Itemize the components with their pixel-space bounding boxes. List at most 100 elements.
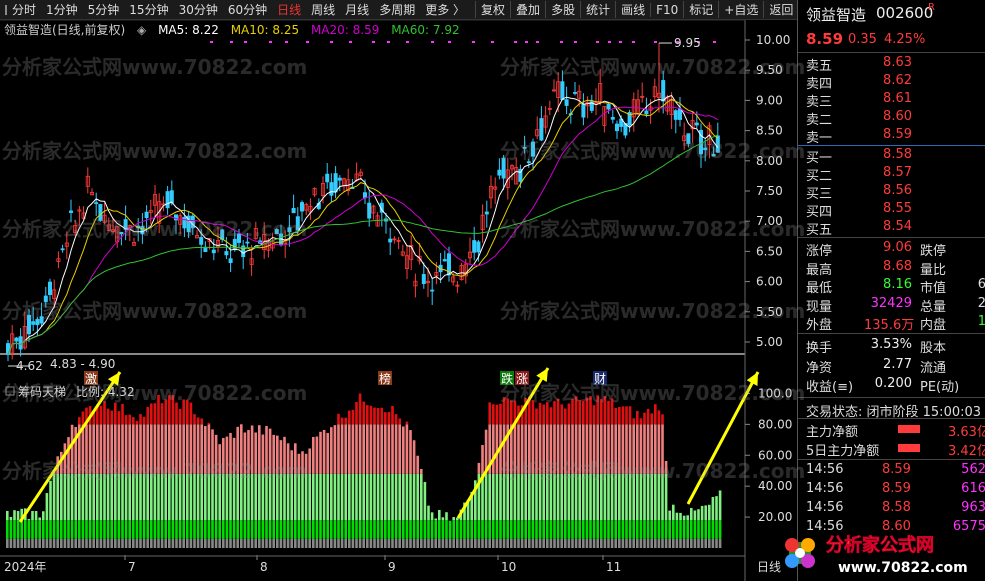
chip-bar bbox=[49, 520, 52, 539]
period-tab[interactable]: 月线 bbox=[345, 1, 369, 18]
back-button[interactable]: 返回 bbox=[763, 1, 797, 18]
adjust-button[interactable]: 复权 bbox=[475, 1, 510, 18]
row-value: 9.06 bbox=[883, 240, 912, 255]
date-label: 9 bbox=[388, 560, 396, 574]
chip-bar bbox=[405, 520, 409, 539]
f10-button[interactable]: F10 bbox=[650, 2, 683, 17]
candle-body bbox=[644, 110, 649, 115]
period-tab-daily[interactable]: 日线 bbox=[277, 1, 301, 18]
chip-bar bbox=[610, 398, 614, 425]
period-tab[interactable]: 60分钟 bbox=[228, 1, 267, 18]
chip-bar bbox=[38, 520, 41, 539]
chip-bar bbox=[326, 433, 329, 474]
chip-bar bbox=[607, 520, 610, 539]
chip-bar bbox=[153, 538, 157, 548]
stats-button[interactable]: 统计 bbox=[580, 1, 615, 18]
more-periods-button[interactable]: 更多 〉 bbox=[425, 1, 465, 18]
period-tab[interactable]: 分时 bbox=[12, 1, 36, 18]
chip-bar bbox=[639, 538, 643, 548]
candle-body bbox=[287, 227, 292, 233]
signal-dot bbox=[210, 41, 213, 43]
period-tab[interactable]: 周线 bbox=[311, 1, 335, 18]
chip-bar bbox=[690, 507, 693, 521]
row-label-2: 内盘 bbox=[920, 318, 947, 333]
chip-bar bbox=[142, 473, 146, 521]
chip-bar bbox=[661, 414, 664, 425]
chip-bar bbox=[6, 520, 9, 539]
chip-bar bbox=[492, 404, 495, 425]
chip-bar bbox=[250, 473, 254, 521]
chip-bar bbox=[567, 473, 571, 521]
chip-bar bbox=[643, 424, 646, 474]
chip-bar bbox=[301, 451, 304, 474]
chip-bar bbox=[99, 405, 103, 425]
period-tab[interactable]: 15分钟 bbox=[129, 1, 168, 18]
chip-bar bbox=[495, 404, 499, 425]
period-tab[interactable]: 30分钟 bbox=[179, 1, 218, 18]
period-tab[interactable]: 5分钟 bbox=[88, 1, 120, 18]
chip-bar bbox=[196, 424, 200, 474]
chip-bar bbox=[456, 538, 459, 548]
chip-bar bbox=[67, 520, 70, 539]
chip-bar bbox=[294, 520, 297, 539]
row-label-2: 市值 bbox=[920, 281, 947, 296]
chip-bar bbox=[657, 473, 661, 521]
chip-bar bbox=[254, 473, 257, 521]
chip-bar bbox=[398, 538, 401, 548]
overlay-button[interactable]: 叠加 bbox=[510, 1, 545, 18]
ma10-line bbox=[7, 98, 719, 355]
chip-bar bbox=[70, 520, 74, 539]
chip-bar bbox=[175, 473, 178, 521]
period-tab[interactable]: 1分钟 bbox=[46, 1, 78, 18]
toolbar-checkbox[interactable] bbox=[5, 4, 7, 15]
period-tab[interactable]: 多周期 bbox=[379, 1, 415, 18]
chip-bar bbox=[207, 473, 211, 521]
chip-bar bbox=[542, 404, 545, 425]
row-value: 8.62 bbox=[883, 73, 912, 89]
candle-body bbox=[35, 319, 40, 326]
chip-bar bbox=[600, 538, 603, 548]
draw-line-button[interactable]: 画线 bbox=[615, 1, 650, 18]
chip-bar bbox=[114, 424, 117, 474]
chip-bar bbox=[52, 520, 56, 539]
chip-bar bbox=[110, 520, 113, 539]
chip-bar bbox=[596, 538, 599, 548]
chip-bar bbox=[427, 538, 430, 548]
chip-bar bbox=[632, 424, 635, 474]
flow-value: 3.42亿 bbox=[948, 444, 985, 459]
chip-bar bbox=[344, 417, 347, 425]
chip-bar bbox=[427, 505, 430, 521]
chip-bar bbox=[384, 473, 387, 521]
toolbar: 分时 1分钟 5分钟 15分钟 30分钟 60分钟 日线 周线 月线 多周期 更… bbox=[0, 0, 797, 20]
add-watchlist-button[interactable]: +自选 bbox=[718, 1, 763, 18]
chip-bar bbox=[650, 424, 653, 474]
candle-body bbox=[661, 80, 666, 102]
chip-bar bbox=[405, 424, 409, 474]
row-label: 卖四 bbox=[806, 77, 833, 93]
chip-bar bbox=[200, 473, 203, 521]
chip-bar bbox=[142, 416, 146, 425]
chip-bar bbox=[322, 473, 326, 521]
chip-bar bbox=[708, 538, 711, 548]
chip-bar bbox=[258, 425, 261, 474]
chip-bar bbox=[481, 445, 484, 474]
chip-bar bbox=[70, 473, 74, 521]
chip-bar bbox=[387, 538, 391, 548]
chip-bar bbox=[229, 538, 232, 548]
chip-bar bbox=[103, 473, 106, 521]
chip-bar bbox=[276, 520, 279, 539]
kline-chart[interactable]: 10.00 9.50 9.00 8.50 8.00 7.50 7.00 6.50 6.00 5.5… bbox=[0, 20, 797, 581]
multi-stock-button[interactable]: 多股 bbox=[545, 1, 580, 18]
chip-bar bbox=[506, 473, 509, 521]
mark-button[interactable]: 标记 bbox=[683, 1, 718, 18]
chip-bar bbox=[171, 395, 175, 425]
chip-bar bbox=[286, 443, 290, 474]
chip-bar bbox=[247, 538, 250, 548]
chip-bar bbox=[207, 520, 211, 539]
chip-bar bbox=[186, 473, 189, 521]
chip-bar bbox=[319, 473, 322, 521]
chip-bar bbox=[218, 473, 221, 521]
chip-bar bbox=[430, 538, 434, 548]
chip-bar bbox=[81, 424, 85, 474]
chip-bar bbox=[222, 473, 225, 521]
